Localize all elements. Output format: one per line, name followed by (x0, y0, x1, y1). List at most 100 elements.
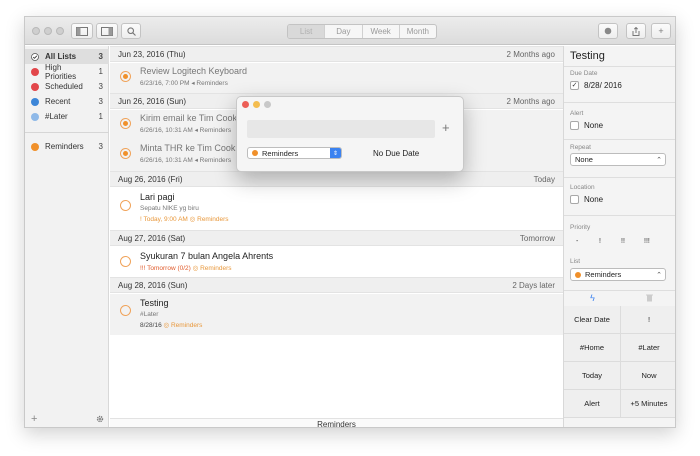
minimize-window-button[interactable] (44, 27, 52, 35)
task-checkbox[interactable] (120, 118, 131, 129)
sidebar-item-count: 3 (98, 97, 103, 106)
close-window-button[interactable] (32, 27, 40, 35)
sidebar-item-high-priorities[interactable]: High Priorities 1 (25, 63, 109, 81)
task-checkbox[interactable] (120, 256, 131, 267)
date-group-header: Aug 26, 2016 (Fri) Today (110, 171, 563, 187)
group-relative-time: 2 Days later (512, 280, 555, 290)
task-checkbox[interactable] (120, 148, 131, 159)
sidebar-item-count: 1 (98, 67, 103, 76)
location-checkbox[interactable] (570, 195, 579, 204)
lightning-icon[interactable]: ϟ (564, 291, 621, 305)
quick-entry-popup: + Reminders ⇕ No Due Date (236, 96, 464, 172)
zoom-window-button[interactable] (56, 27, 64, 35)
list-select[interactable]: Reminders ⌃ (570, 268, 666, 281)
popup-list-select[interactable]: Reminders ⇕ (247, 147, 342, 159)
gear-icon[interactable] (96, 415, 104, 423)
new-task-input[interactable] (247, 120, 435, 138)
priority-button[interactable]: ! (621, 306, 675, 334)
group-date: Aug 27, 2016 (Sat) (118, 233, 186, 243)
sidebar-item-reminders[interactable]: Reminders 3 (25, 139, 109, 154)
task-row[interactable]: Syukuran 7 bulan Angela Ahrents !!! Tomo… (110, 247, 563, 277)
due-date-row[interactable]: ✓ 8/28/ 2016 (570, 81, 622, 90)
now-button[interactable]: Now (621, 362, 675, 390)
task-date: 6/26/16, 10:31 AM (140, 157, 193, 164)
sidebar-item-count: 3 (98, 52, 103, 61)
view-switcher: List Day Week Month (287, 24, 437, 39)
alert-value: None (584, 121, 604, 130)
detail-title: Testing (570, 50, 605, 62)
task-title: Minta THR ke Tim Cook (140, 143, 236, 153)
bell-icon: ◂ (194, 157, 198, 164)
alert-checkbox[interactable] (570, 121, 579, 130)
circle-icon (604, 27, 612, 35)
today-button[interactable]: Today (564, 362, 621, 390)
toggle-sidebar-button[interactable] (71, 23, 93, 39)
alert-row[interactable]: None (570, 121, 603, 130)
due-date-value[interactable]: 8/28/ 2016 (584, 81, 622, 90)
priority-none[interactable]: - (576, 238, 578, 245)
sidebar-item-label: Scheduled (45, 82, 83, 91)
repeat-select[interactable]: None ⌃ (570, 153, 666, 166)
popup-minimize-button[interactable] (253, 101, 260, 108)
due-date-checkbox[interactable]: ✓ (570, 81, 579, 90)
tab-day[interactable]: Day (325, 25, 363, 38)
task-checkbox[interactable] (120, 305, 131, 316)
list-icon: ◎ (192, 265, 199, 272)
toolbar: List Day Week Month + (25, 17, 675, 45)
task-meta: !!! Tomorrow (0/2) ◎ Reminders (140, 264, 232, 272)
priority-medium[interactable]: !! (621, 238, 625, 245)
priority-dot-icon (31, 67, 39, 76)
popup-close-button[interactable] (242, 101, 249, 108)
sidebar-item-later[interactable]: #Later 1 (25, 109, 109, 124)
list-label: List (570, 258, 581, 265)
clear-date-button[interactable]: Clear Date (564, 306, 621, 334)
task-list-name: Reminders (196, 80, 228, 87)
repeat-label: Repeat (570, 144, 591, 151)
tab-month[interactable]: Month (400, 25, 436, 38)
home-tag-button[interactable]: #Home (564, 334, 621, 362)
task-title: Testing (140, 298, 169, 308)
due-date-label: Due Date (570, 70, 598, 77)
add-list-button[interactable]: + (31, 413, 37, 425)
app-window: List Day Week Month + All Lists 3 High P… (24, 16, 676, 428)
task-row-selected[interactable]: Testing #Later 8/28/16 ◎ Reminders (110, 294, 563, 335)
record-button[interactable] (598, 23, 618, 39)
task-checkbox[interactable] (120, 71, 131, 82)
sidebar-item-scheduled[interactable]: Scheduled 3 (25, 79, 109, 94)
priority-low[interactable]: ! (599, 238, 601, 245)
detail-divider (564, 139, 675, 140)
task-checkbox[interactable] (120, 200, 131, 211)
calendar-dot-icon (31, 82, 39, 91)
add-button[interactable]: + (442, 120, 450, 135)
task-list-name: Reminders (199, 127, 232, 134)
task-meta: 8/28/16 ◎ Reminders (140, 321, 202, 329)
priority-high[interactable]: !!! (644, 238, 650, 245)
location-value: None (584, 195, 604, 204)
popup-zoom-button[interactable] (264, 101, 271, 108)
group-relative-time: Tomorrow (519, 233, 555, 243)
tab-week[interactable]: Week (363, 25, 400, 38)
task-row[interactable]: Review Logitech Keyboard 6/23/16, 7:00 P… (110, 63, 563, 93)
share-button[interactable] (626, 23, 646, 39)
location-row[interactable]: None (570, 195, 603, 204)
task-row[interactable]: Lari pagi Sepatu NIKE yg biru ! Today, 9… (110, 188, 563, 230)
add-task-button[interactable]: + (651, 23, 671, 39)
task-title: Kirim email ke Tim Cook, (140, 113, 240, 123)
group-relative-time: 2 Months ago (506, 49, 555, 59)
trash-icon[interactable] (621, 291, 675, 305)
date-group-header: Jun 23, 2016 (Thu) 2 Months ago (110, 46, 563, 62)
date-group-header: Aug 27, 2016 (Sat) Tomorrow (110, 230, 563, 246)
detail-divider (564, 177, 675, 178)
toggle-detail-button[interactable] (96, 23, 118, 39)
tab-list[interactable]: List (288, 25, 326, 38)
later-tag-button[interactable]: #Later (621, 334, 675, 362)
sidebar-item-recent[interactable]: Recent 3 (25, 94, 109, 109)
task-note: #Later (140, 311, 159, 318)
sidebar-item-label: Reminders (45, 142, 84, 151)
task-title: Review Logitech Keyboard (140, 66, 248, 76)
plus-five-minutes-button[interactable]: +5 Minutes (621, 390, 675, 418)
alert-button[interactable]: Alert (564, 390, 621, 418)
popup-due-date[interactable]: No Due Date (373, 149, 419, 158)
task-note: Sepatu NIKE yg biru (140, 205, 199, 212)
search-button[interactable] (121, 23, 141, 39)
